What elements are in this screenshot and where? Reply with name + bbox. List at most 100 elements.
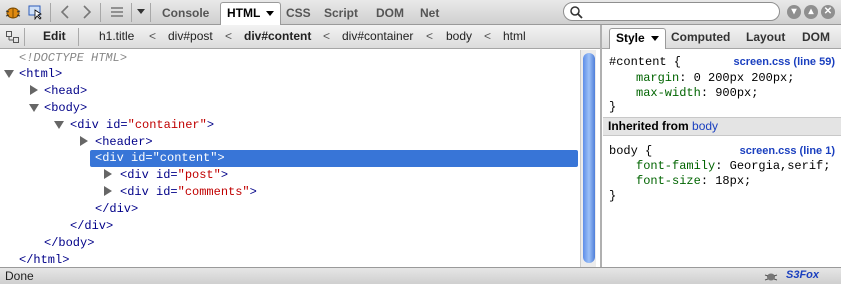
breadcrumb-chevron: < bbox=[426, 29, 434, 43]
property-name: max-width bbox=[636, 86, 701, 100]
collapse-toggle-icon[interactable] bbox=[104, 186, 112, 196]
html-node[interactable]: <html> bbox=[19, 66, 62, 83]
search-icon bbox=[570, 6, 583, 19]
tag-text: </html> bbox=[19, 253, 70, 267]
edit-button[interactable]: Edit bbox=[43, 29, 66, 43]
forward-arrow-icon[interactable] bbox=[78, 2, 96, 22]
breadcrumb-chevron: < bbox=[484, 29, 492, 43]
tab-dom[interactable]: DOM bbox=[370, 3, 410, 25]
collapse-toggle-icon[interactable] bbox=[80, 136, 88, 146]
s3fox-addon[interactable]: S3Fox bbox=[786, 269, 819, 281]
breadcrumb-item[interactable]: body bbox=[446, 29, 472, 43]
list-menu-icon[interactable] bbox=[107, 2, 127, 22]
property-value: : 0 200px 200px; bbox=[679, 71, 795, 85]
tree-scrollbar[interactable] bbox=[580, 50, 596, 267]
css-property[interactable]: max-width: 900px; bbox=[636, 86, 758, 101]
content-node-selected[interactable]: <div id="content"> bbox=[95, 150, 225, 167]
content-close-node: </div> bbox=[95, 201, 138, 218]
body-node[interactable]: <body> bbox=[44, 100, 87, 117]
expand-toggle-icon[interactable] bbox=[79, 154, 89, 162]
style-panel: #content { screen.css (line 59) margin: … bbox=[603, 50, 841, 267]
tab-html-label: HTML bbox=[227, 6, 261, 20]
minimize-icon[interactable]: ▾ bbox=[787, 5, 801, 19]
attr-value: "comments" bbox=[177, 185, 250, 199]
inspect-icon[interactable] bbox=[26, 2, 46, 22]
tab-net[interactable]: Net bbox=[414, 3, 445, 25]
tag-text: <div bbox=[120, 168, 157, 182]
breadcrumb-item-selected[interactable]: div#content bbox=[244, 29, 311, 43]
tab-script[interactable]: Script bbox=[318, 3, 364, 25]
tab-console[interactable]: Console bbox=[156, 3, 215, 25]
tag-text: > bbox=[220, 168, 229, 182]
scrollbar-thumb[interactable] bbox=[583, 53, 595, 263]
tab-layout[interactable]: Layout bbox=[740, 28, 791, 49]
property-name: margin bbox=[636, 71, 680, 85]
container-close-node: </div> bbox=[70, 218, 113, 235]
tab-dom-side[interactable]: DOM bbox=[796, 28, 836, 49]
css-property[interactable]: margin: 0 200px 200px; bbox=[636, 71, 794, 86]
post-node[interactable]: <div id="post"> bbox=[120, 167, 228, 184]
tag-text: <header> bbox=[95, 135, 153, 149]
css-property[interactable]: font-family: Georgia,serif; bbox=[636, 159, 830, 174]
head-node[interactable]: <head> bbox=[44, 83, 87, 100]
breadcrumb: Edit h1.title < div#post < div#content <… bbox=[0, 25, 600, 49]
attr-name: id= bbox=[156, 185, 178, 199]
tag-text: </div> bbox=[95, 202, 139, 216]
header-node[interactable]: <header> bbox=[95, 134, 153, 151]
inherited-link[interactable]: body bbox=[692, 119, 718, 133]
close-icon[interactable]: ✕ bbox=[821, 5, 835, 19]
tab-html[interactable]: HTML bbox=[220, 2, 282, 25]
tab-style-label: Style bbox=[616, 31, 645, 45]
tag-text: </div> bbox=[70, 219, 114, 233]
toolbar-separator bbox=[50, 3, 51, 22]
expand-toggle-icon[interactable] bbox=[29, 104, 39, 112]
firebug-toolbar: Console HTML CSS Script DOM Net ▾ ▴ ✕ bbox=[0, 0, 841, 25]
breadcrumb-separator-line bbox=[24, 28, 25, 46]
property-name: font-family bbox=[636, 159, 716, 173]
tag-text: <body> bbox=[44, 101, 88, 115]
body-close-node: </body> bbox=[44, 235, 94, 252]
attr-value: "container" bbox=[127, 118, 207, 132]
bug-status-icon[interactable] bbox=[764, 270, 778, 284]
tab-css[interactable]: CSS bbox=[280, 3, 317, 25]
status-bar: Done S3Fox bbox=[0, 267, 841, 284]
toolbar-separator bbox=[131, 3, 132, 22]
firebug-bug-icon[interactable] bbox=[3, 2, 23, 22]
chevron-down-icon bbox=[651, 35, 660, 41]
breadcrumb-item[interactable]: div#container bbox=[342, 29, 413, 43]
tag-text: </body> bbox=[44, 236, 95, 250]
rule-close: } bbox=[609, 100, 617, 114]
source-link[interactable]: screen.css (line 59) bbox=[733, 56, 835, 68]
dropdown-arrow-icon[interactable] bbox=[135, 2, 147, 22]
expand-toggle-icon[interactable] bbox=[4, 70, 14, 78]
panel-splitter[interactable] bbox=[600, 25, 602, 267]
tab-style[interactable]: Style bbox=[609, 28, 667, 49]
search-input[interactable] bbox=[563, 2, 780, 21]
breadcrumb-item[interactable]: h1.title bbox=[99, 29, 134, 43]
side-panel-tabs: Style Computed Layout DOM bbox=[602, 25, 841, 49]
breadcrumb-item[interactable]: div#post bbox=[168, 29, 213, 43]
back-arrow-icon[interactable] bbox=[56, 2, 74, 22]
breadcrumb-chevron: < bbox=[323, 29, 331, 43]
comments-node[interactable]: <div id="comments"> bbox=[120, 184, 257, 201]
detach-icon[interactable]: ▴ bbox=[804, 5, 818, 19]
toolbar-separator bbox=[150, 3, 151, 22]
collapse-toggle-icon[interactable] bbox=[30, 85, 38, 95]
rule-selector: body { bbox=[609, 144, 653, 158]
expand-toggle-icon[interactable] bbox=[54, 121, 64, 129]
breadcrumb-item[interactable]: html bbox=[503, 29, 526, 43]
html-tree-panel: <!DOCTYPE HTML> <html> <head> <body> <di… bbox=[0, 50, 579, 267]
inspect-element-icon[interactable] bbox=[6, 31, 19, 46]
breadcrumb-chevron: < bbox=[225, 29, 233, 43]
tag-text: <html> bbox=[19, 67, 63, 81]
tab-computed[interactable]: Computed bbox=[665, 28, 736, 49]
collapse-toggle-icon[interactable] bbox=[104, 169, 112, 179]
rule-close: } bbox=[609, 189, 617, 203]
css-property[interactable]: font-size: 18px; bbox=[636, 174, 751, 189]
container-node[interactable]: <div id="container"> bbox=[70, 117, 214, 134]
property-value: : 900px; bbox=[700, 86, 759, 100]
property-value: : Georgia,serif; bbox=[715, 159, 831, 173]
toolbar-separator bbox=[100, 3, 101, 22]
source-link[interactable]: screen.css (line 1) bbox=[740, 145, 835, 157]
inherited-header: Inherited from body bbox=[603, 117, 841, 136]
